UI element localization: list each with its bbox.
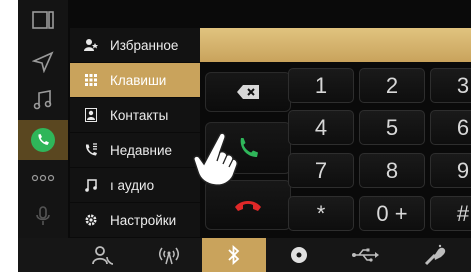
key-0-plus[interactable]: 0 + — [359, 196, 425, 231]
aux-icon[interactable] — [398, 238, 471, 272]
recent-calls-icon — [80, 143, 102, 157]
settings-icon — [80, 213, 102, 227]
key-4[interactable]: 4 — [288, 110, 354, 145]
key-star[interactable]: * — [288, 196, 354, 231]
key-hash[interactable]: # — [430, 196, 471, 231]
key-2[interactable]: 2 — [359, 68, 425, 103]
menu-item-label: Недавние — [110, 142, 173, 158]
phone-menu: Избранное Клавиши Контакты Недавние ı ау… — [70, 28, 200, 238]
music-icon — [80, 178, 102, 192]
keypad-icon — [80, 74, 102, 86]
key-8[interactable]: 8 — [359, 153, 425, 188]
menu-item-recent[interactable]: Недавние — [70, 133, 200, 167]
end-call-icon — [235, 201, 261, 211]
more-icon[interactable] — [18, 158, 68, 198]
menu-item-label: Избранное — [110, 37, 179, 53]
music-icon[interactable] — [18, 80, 68, 120]
menu-item-label: Настройки — [110, 212, 177, 228]
bluetooth-icon[interactable] — [202, 238, 266, 272]
contacts-icon — [80, 108, 102, 122]
device-frame: Избранное Клавиши Контакты Недавние ı ау… — [0, 0, 475, 272]
disc-icon[interactable] — [266, 238, 332, 272]
key-3[interactable]: 3 — [430, 68, 471, 103]
bottom-source-bar — [18, 238, 471, 272]
menu-item-keypad[interactable]: Клавиши — [70, 63, 200, 97]
hand-pointer-icon — [193, 132, 238, 186]
left-rail — [18, 0, 68, 272]
phone-icon[interactable] — [18, 120, 68, 160]
backspace-icon — [237, 85, 259, 99]
menu-item-contacts[interactable]: Контакты — [70, 98, 200, 132]
contact-icon[interactable] — [70, 238, 136, 272]
navigation-icon[interactable] — [18, 42, 68, 82]
header-bar — [183, 28, 471, 62]
infotainment-screen: Избранное Клавиши Контакты Недавние ı ау… — [18, 0, 471, 272]
favorites-icon — [80, 38, 102, 52]
window-icon[interactable] — [18, 0, 68, 40]
key-6[interactable]: 6 — [430, 110, 471, 145]
usb-icon[interactable] — [332, 238, 398, 272]
antenna-icon[interactable] — [136, 238, 202, 272]
menu-item-label: Клавиши — [110, 72, 167, 88]
key-1[interactable]: 1 — [288, 68, 354, 103]
menu-item-settings[interactable]: Настройки — [70, 203, 200, 237]
key-9[interactable]: 9 — [430, 153, 471, 188]
key-5[interactable]: 5 — [359, 110, 425, 145]
menu-item-label: Контакты — [110, 107, 169, 123]
menu-item-favorites[interactable]: Избранное — [70, 28, 200, 62]
menu-item-audio[interactable]: ı аудио — [70, 168, 200, 202]
menu-item-label: ı аудио — [110, 177, 155, 193]
key-7[interactable]: 7 — [288, 153, 354, 188]
microphone-icon[interactable] — [18, 196, 68, 236]
backspace-button[interactable] — [205, 72, 291, 112]
